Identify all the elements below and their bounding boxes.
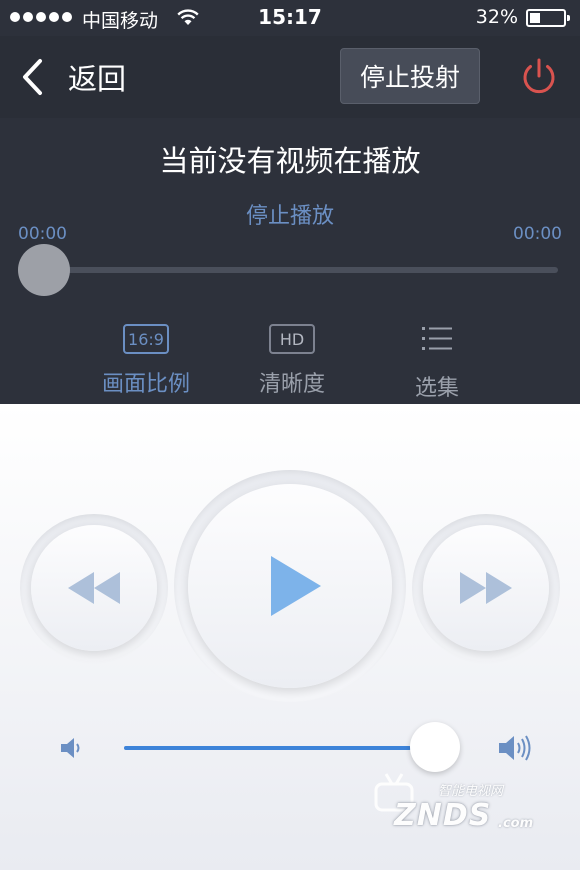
back-label: 返回 (68, 62, 127, 96)
volume-knob[interactable] (410, 722, 460, 772)
chevron-left-icon (23, 59, 42, 95)
top-panel: 中国移动 15:17 32% 返回 停止投射 当前没有视频在播放 停止播放 00… (0, 0, 580, 404)
rewind-button[interactable] (31, 525, 157, 651)
aspect-ratio-icon: 16:9 (123, 324, 169, 354)
aspect-ratio-label: 画面比例 (101, 372, 190, 397)
watermark-domain: .com (498, 816, 534, 831)
play-button[interactable] (188, 484, 392, 688)
episodes-label: 选集 (414, 376, 459, 401)
fast-forward-icon (460, 572, 512, 604)
status-bar: 中国移动 15:17 32% (0, 0, 580, 36)
play-icon (271, 556, 321, 616)
znds-watermark-logo: 智能电视网 ZNDS .com (372, 768, 542, 840)
episodes-option[interactable]: 选集 (377, 324, 497, 402)
stop-cast-button[interactable]: 停止投射 (340, 48, 480, 104)
battery-icon (526, 9, 570, 27)
power-icon[interactable] (518, 56, 560, 98)
list-icon (422, 327, 452, 350)
volume-fill (124, 746, 411, 750)
watermark-brand: ZNDS (394, 798, 492, 833)
back-button[interactable]: 返回 (20, 56, 126, 98)
now-playing-status: 当前没有视频在播放 (159, 144, 421, 178)
fast-forward-button[interactable] (423, 525, 549, 651)
current-time: 00:00 (18, 224, 67, 244)
battery-percent: 32% (475, 6, 518, 28)
progress-track[interactable] (26, 267, 558, 273)
hd-icon: HD (269, 324, 315, 354)
volume-low-icon (61, 738, 80, 758)
nav-bar: 返回 停止投射 (0, 36, 580, 118)
watermark-tagline: 智能电视网 (438, 784, 504, 799)
quality-option[interactable]: HD 清晰度 (232, 324, 352, 398)
stop-play-button[interactable]: 停止播放 (0, 198, 580, 230)
aspect-ratio-option[interactable]: 16:9 画面比例 (86, 324, 206, 398)
rewind-icon (68, 572, 120, 604)
progress-knob[interactable] (18, 244, 70, 296)
quality-label: 清晰度 (258, 372, 325, 397)
volume-high-icon (499, 735, 531, 761)
total-time: 00:00 (513, 224, 562, 244)
